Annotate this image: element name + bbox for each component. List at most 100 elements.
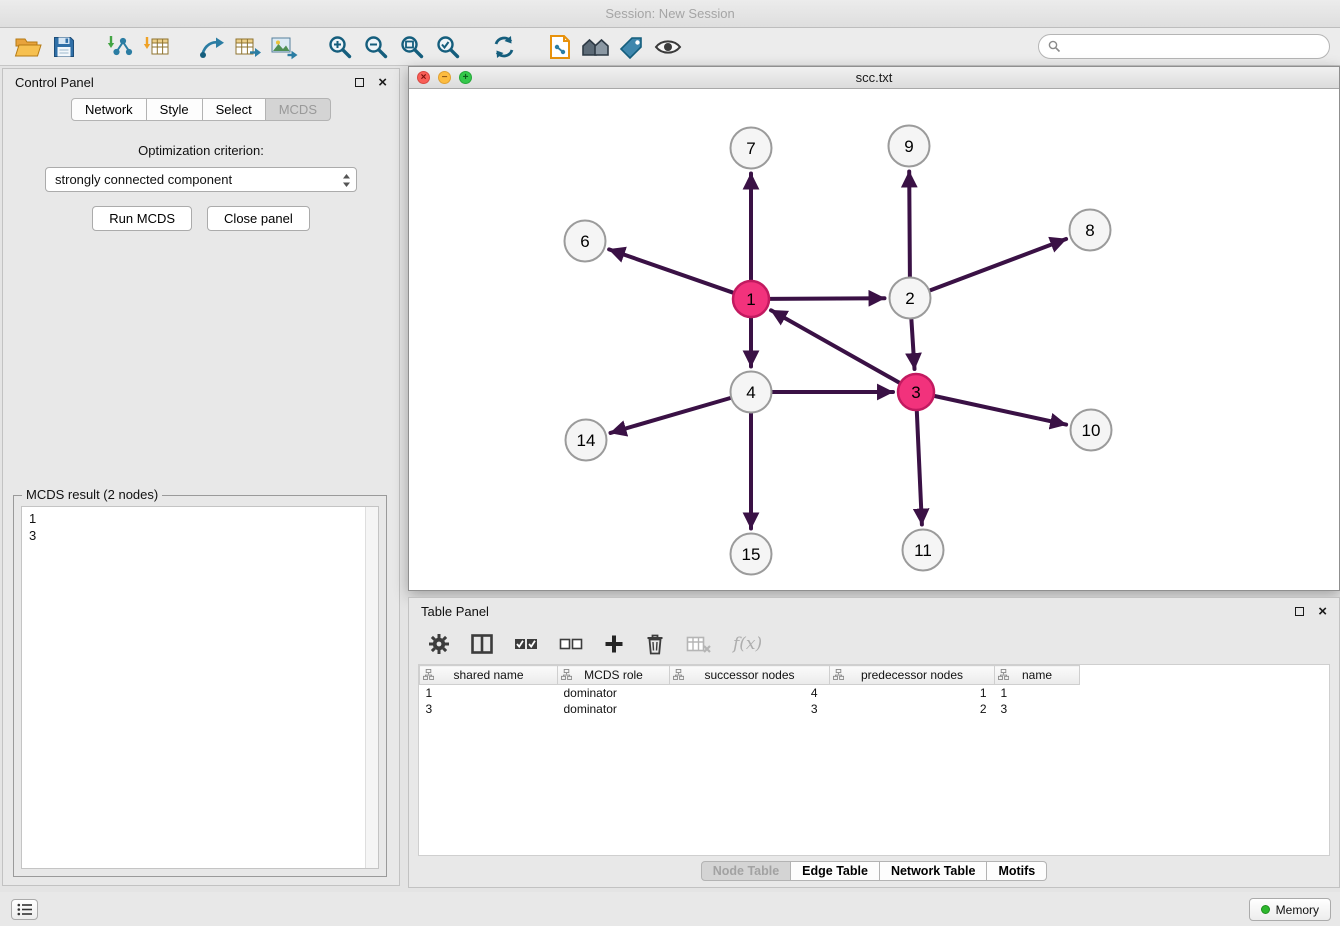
network-window-titlebar[interactable]: × − + scc.txt xyxy=(409,67,1339,89)
close-panel-button[interactable]: Close panel xyxy=(207,206,310,231)
select-all-button[interactable] xyxy=(514,636,538,652)
import-network-button[interactable] xyxy=(102,31,138,63)
graph-node-8[interactable]: 8 xyxy=(1070,210,1111,251)
cell-MCDS-role[interactable]: dominator xyxy=(558,701,670,717)
result-scrollbar[interactable] xyxy=(365,507,378,868)
export-network-button[interactable] xyxy=(194,31,230,63)
graph-node-1[interactable]: 1 xyxy=(733,281,769,317)
import-table-button[interactable] xyxy=(138,31,174,63)
column-header-predecessor-nodes[interactable]: predecessor nodes xyxy=(830,666,995,685)
node-table: shared name MCDS role successor nodesprede… xyxy=(419,665,1329,717)
run-mcds-button[interactable]: Run MCDS xyxy=(92,206,192,231)
table-panel-title: Table Panel xyxy=(421,604,489,619)
maximize-window-button[interactable]: + xyxy=(459,71,472,84)
open-button[interactable] xyxy=(10,31,46,63)
table-row[interactable]: 3dominator323 xyxy=(420,701,1330,717)
column-header-shared-name[interactable]: shared name xyxy=(420,666,558,685)
tab-style[interactable]: Style xyxy=(147,98,203,121)
show-columns-button[interactable] xyxy=(471,634,493,654)
mcds-result-area[interactable]: 13 xyxy=(21,506,379,869)
column-header-MCDS-role[interactable]: MCDS role xyxy=(558,666,670,685)
graph-node-9[interactable]: 9 xyxy=(889,126,930,167)
svg-text:11: 11 xyxy=(914,541,932,560)
tab-mcds[interactable]: MCDS xyxy=(266,98,331,121)
edge-1-2[interactable] xyxy=(770,298,885,299)
edge-3-11[interactable] xyxy=(917,411,922,525)
zoom-fit-button[interactable] xyxy=(394,31,430,63)
float-table-panel-icon[interactable] xyxy=(1295,607,1304,616)
cell-predecessor-nodes[interactable]: 1 xyxy=(830,685,995,702)
window-title: Session: New Session xyxy=(605,6,734,21)
houses-icon xyxy=(581,35,611,59)
table-tab-node-table[interactable]: Node Table xyxy=(701,861,791,881)
cell-successor-nodes[interactable]: 4 xyxy=(670,685,830,702)
graph-node-14[interactable]: 14 xyxy=(566,420,607,461)
cell-shared-name[interactable]: 3 xyxy=(420,701,558,717)
edge-4-14[interactable] xyxy=(611,398,731,433)
column-label: MCDS role xyxy=(584,668,643,682)
open-folder-icon xyxy=(14,35,42,59)
edge-1-6[interactable] xyxy=(609,249,733,292)
cell-shared-name[interactable]: 1 xyxy=(420,685,558,702)
tab-select[interactable]: Select xyxy=(203,98,266,121)
cell-MCDS-role[interactable]: dominator xyxy=(558,685,670,702)
column-header-name[interactable]: name xyxy=(995,666,1080,685)
criterion-dropdown[interactable]: strongly connected component xyxy=(45,167,357,192)
graph-node-15[interactable]: 15 xyxy=(731,534,772,575)
table-row[interactable]: 1dominator411 xyxy=(420,685,1330,702)
svg-text:15: 15 xyxy=(742,545,761,564)
float-panel-icon[interactable] xyxy=(355,78,364,87)
graph-node-4[interactable]: 4 xyxy=(731,372,772,413)
cell-predecessor-nodes[interactable]: 2 xyxy=(830,701,995,717)
overview-button[interactable] xyxy=(578,31,614,63)
edge-3-1[interactable] xyxy=(771,310,899,382)
close-window-button[interactable]: × xyxy=(417,71,430,84)
task-history-button[interactable] xyxy=(11,899,38,920)
table-options-button[interactable] xyxy=(428,633,450,655)
export-image-button[interactable] xyxy=(266,31,302,63)
add-column-button[interactable] xyxy=(604,634,624,654)
search-box[interactable] xyxy=(1038,34,1330,59)
zoom-selected-button[interactable] xyxy=(430,31,466,63)
network-clipboard-button[interactable] xyxy=(542,31,578,63)
network-graph[interactable]: 7 9 6 8 1 2 4 3 14 10 15 11 xyxy=(409,90,1339,592)
style-button[interactable] xyxy=(614,31,650,63)
search-input[interactable] xyxy=(1067,39,1320,54)
table-tab-motifs[interactable]: Motifs xyxy=(987,861,1047,881)
criterion-dropdown-value: strongly connected component xyxy=(55,172,232,187)
cell-name[interactable]: 3 xyxy=(995,701,1080,717)
delete-table-button[interactable] xyxy=(686,634,712,654)
close-table-panel-icon[interactable]: × xyxy=(1318,604,1327,619)
deselect-all-button[interactable] xyxy=(559,636,583,652)
table-tab-network-table[interactable]: Network Table xyxy=(880,861,988,881)
cell-name[interactable]: 1 xyxy=(995,685,1080,702)
graph-node-2[interactable]: 2 xyxy=(890,278,931,319)
edge-2-3[interactable] xyxy=(911,320,914,370)
graph-node-6[interactable]: 6 xyxy=(565,221,606,262)
table-tab-edge-table[interactable]: Edge Table xyxy=(791,861,880,881)
save-button[interactable] xyxy=(46,31,82,63)
refresh-button[interactable] xyxy=(486,31,522,63)
export-table-button[interactable] xyxy=(230,31,266,63)
function-builder-button[interactable]: f(x) xyxy=(733,634,762,654)
graph-node-11[interactable]: 11 xyxy=(903,530,944,571)
zoom-out-button[interactable] xyxy=(358,31,394,63)
network-canvas[interactable]: 7 9 6 8 1 2 4 3 14 10 15 11 xyxy=(409,90,1339,590)
memory-button[interactable]: Memory xyxy=(1249,898,1331,921)
edge-2-8[interactable] xyxy=(930,239,1066,290)
edge-2-9[interactable] xyxy=(909,172,910,277)
delete-column-button[interactable] xyxy=(645,633,665,655)
zoom-in-button[interactable] xyxy=(322,31,358,63)
graph-node-3[interactable]: 3 xyxy=(898,374,934,410)
show-graphics-button[interactable] xyxy=(650,31,686,63)
tab-network[interactable]: Network xyxy=(71,98,147,121)
svg-text:7: 7 xyxy=(746,139,755,158)
minimize-window-button[interactable]: − xyxy=(438,71,451,84)
graph-node-7[interactable]: 7 xyxy=(731,128,772,169)
close-panel-icon[interactable]: × xyxy=(378,75,387,90)
graph-node-10[interactable]: 10 xyxy=(1071,410,1112,451)
mcds-result-title: MCDS result (2 nodes) xyxy=(22,487,162,502)
edge-3-10[interactable] xyxy=(935,396,1067,425)
cell-successor-nodes[interactable]: 3 xyxy=(670,701,830,717)
column-header-successor-nodes[interactable]: successor nodes xyxy=(670,666,830,685)
